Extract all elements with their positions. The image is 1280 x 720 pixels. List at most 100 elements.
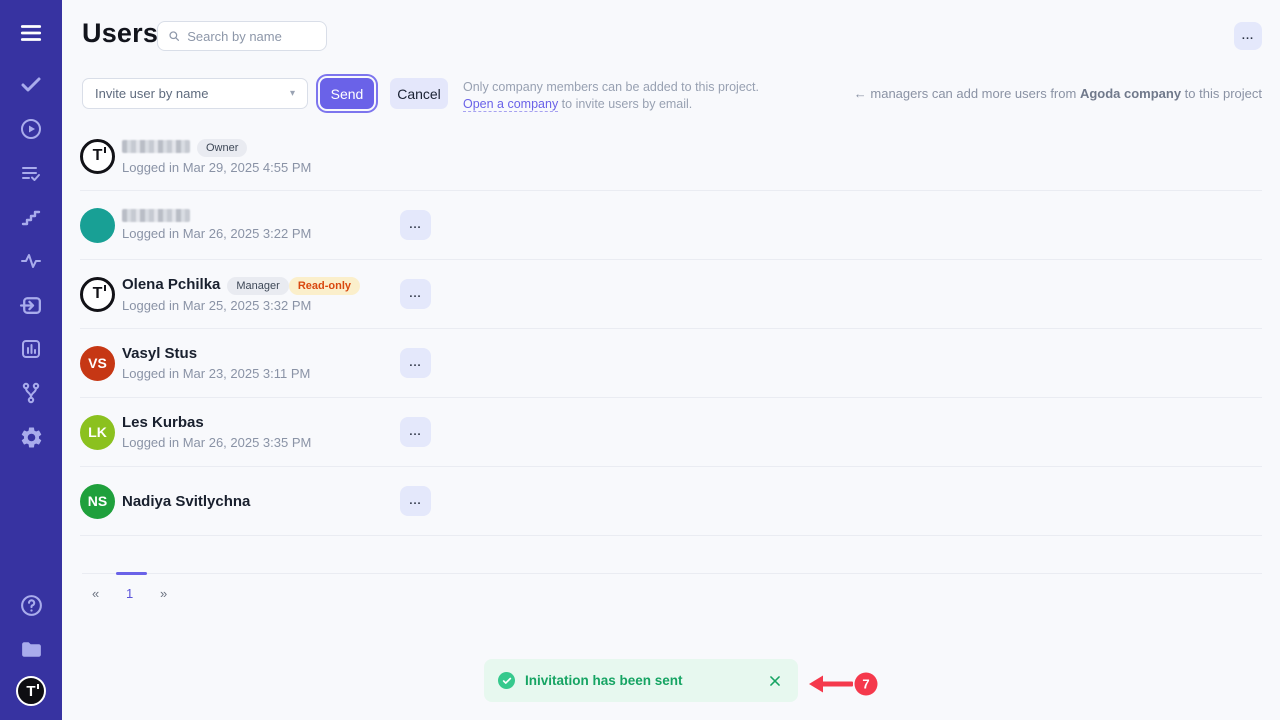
user-row: NS Nadiya Svitlychna ... xyxy=(80,467,1262,536)
sidebar-item-steps[interactable] xyxy=(14,200,48,234)
check-icon xyxy=(19,73,43,97)
user-name-line: Nadiya Svitlychna xyxy=(122,493,257,510)
sidebar: T xyxy=(0,0,62,720)
user-name: Olena Pchilka xyxy=(122,276,220,293)
steps-icon xyxy=(19,205,43,229)
user-login-time: Logged in Mar 29, 2025 4:55 PM xyxy=(122,160,311,175)
close-icon xyxy=(768,674,782,688)
user-menu-button[interactable]: ... xyxy=(400,417,431,447)
user-login-time: Logged in Mar 26, 2025 3:35 PM xyxy=(122,435,311,450)
invite-info-line2: to invite users by email. xyxy=(558,97,692,111)
app-logo[interactable]: T xyxy=(16,676,46,706)
badge-manager: Manager xyxy=(227,277,288,295)
managers-note: ← managers can add more users from Agoda… xyxy=(854,86,1262,101)
send-button[interactable]: Send xyxy=(320,78,374,109)
user-row: T Owner Logged in Mar 29, 2025 4:55 PM xyxy=(80,122,1262,191)
user-name: Nadiya Svitlychna xyxy=(122,493,250,510)
pagination: « 1 » xyxy=(82,573,1262,613)
avatar xyxy=(80,208,115,243)
menu-icon xyxy=(18,20,44,46)
user-name-line: Olena Pchilka ManagerRead-only xyxy=(122,276,360,294)
pagination-page-1[interactable]: 1 xyxy=(126,586,133,601)
managers-note-prefix: ← managers can add more users from xyxy=(854,86,1080,101)
badge-readonly: Read-only xyxy=(289,277,360,295)
user-name-line: Les Kurbas xyxy=(122,414,311,431)
activity-icon xyxy=(19,249,43,273)
user-badges: Owner xyxy=(197,138,247,156)
sidebar-item-projects[interactable] xyxy=(14,632,48,666)
annotation-arrow-7: 7 xyxy=(806,668,882,700)
sidebar-item-runs[interactable] xyxy=(14,112,48,146)
search-input[interactable] xyxy=(187,29,316,44)
sidebar-item-help[interactable] xyxy=(14,588,48,622)
toast-close-button[interactable] xyxy=(766,672,784,690)
invite-info-text: Only company members can be added to thi… xyxy=(463,79,759,113)
avatar: T xyxy=(80,277,115,312)
play-circle-icon xyxy=(19,117,43,141)
user-name xyxy=(122,209,190,222)
search-box xyxy=(157,21,327,51)
avatar: T xyxy=(80,139,115,174)
user-row: VS Vasyl Stus Logged in Mar 23, 2025 3:1… xyxy=(80,329,1262,398)
gear-icon xyxy=(19,425,44,450)
bar-chart-icon xyxy=(19,337,43,361)
search-icon xyxy=(168,29,180,43)
open-company-link[interactable]: Open a company xyxy=(463,97,558,112)
avatar: LK xyxy=(80,415,115,450)
user-info: Logged in Mar 26, 2025 3:22 PM xyxy=(122,209,311,241)
managers-note-company: Agoda company xyxy=(1080,86,1181,101)
user-info: Owner Logged in Mar 29, 2025 4:55 PM xyxy=(122,138,311,175)
user-row: T Olena Pchilka ManagerRead-only Logged … xyxy=(80,260,1262,329)
sidebar-item-menu[interactable] xyxy=(14,16,48,50)
sign-in-icon xyxy=(19,293,44,318)
user-login-time: Logged in Mar 26, 2025 3:22 PM xyxy=(122,226,311,241)
sidebar-item-sign-in[interactable] xyxy=(14,288,48,322)
avatar: VS xyxy=(80,346,115,381)
invite-user-select[interactable]: Invite user by name ▾ xyxy=(82,78,308,109)
user-menu-button[interactable]: ... xyxy=(400,279,431,309)
user-menu-button[interactable]: ... xyxy=(400,210,431,240)
help-icon xyxy=(19,593,44,618)
user-name-line: Owner xyxy=(122,138,311,156)
user-list: T Owner Logged in Mar 29, 2025 4:55 PM L… xyxy=(80,122,1262,536)
sidebar-item-reports[interactable] xyxy=(14,332,48,366)
pagination-next[interactable]: » xyxy=(160,586,167,601)
user-login-time: Logged in Mar 23, 2025 3:11 PM xyxy=(122,366,310,381)
page-menu-button[interactable]: ... xyxy=(1234,22,1262,50)
sidebar-item-checks[interactable] xyxy=(14,68,48,102)
cancel-button[interactable]: Cancel xyxy=(390,78,448,109)
toast-message: Inivitation has been sent xyxy=(525,673,683,688)
sidebar-item-versions[interactable] xyxy=(14,376,48,410)
user-name: Les Kurbas xyxy=(122,414,204,431)
badge-owner: Owner xyxy=(197,139,247,157)
user-name-line: Vasyl Stus xyxy=(122,345,310,362)
page-title: Users xyxy=(82,18,158,49)
user-info: Vasyl Stus Logged in Mar 23, 2025 3:11 P… xyxy=(122,345,310,381)
user-name: Vasyl Stus xyxy=(122,345,197,362)
managers-note-suffix: to this project xyxy=(1181,86,1262,101)
user-row: LK Les Kurbas Logged in Mar 26, 2025 3:3… xyxy=(80,398,1262,467)
avatar: NS xyxy=(80,484,115,519)
user-menu-button[interactable]: ... xyxy=(400,348,431,378)
pagination-prev[interactable]: « xyxy=(92,586,99,601)
toast-notification: Inivitation has been sent xyxy=(484,659,798,702)
user-menu-button[interactable]: ... xyxy=(400,486,431,516)
folder-icon xyxy=(19,637,44,662)
branch-icon xyxy=(19,381,43,405)
task-list-icon xyxy=(19,161,43,185)
sidebar-item-settings[interactable] xyxy=(14,420,48,454)
invite-select-value: Invite user by name xyxy=(95,86,208,101)
sidebar-item-test-cases[interactable] xyxy=(14,156,48,190)
user-info: Nadiya Svitlychna xyxy=(122,493,257,510)
user-row: Logged in Mar 26, 2025 3:22 PM ... xyxy=(80,191,1262,260)
invite-info-line1: Only company members can be added to thi… xyxy=(463,80,759,94)
user-info: Les Kurbas Logged in Mar 26, 2025 3:35 P… xyxy=(122,414,311,450)
sidebar-item-activity[interactable] xyxy=(14,244,48,278)
chevron-down-icon: ▾ xyxy=(290,88,295,99)
user-name-line xyxy=(122,209,311,222)
annotation-number: 7 xyxy=(862,677,869,692)
user-login-time: Logged in Mar 25, 2025 3:32 PM xyxy=(122,298,360,313)
active-page-indicator xyxy=(116,572,147,575)
user-badges: ManagerRead-only xyxy=(227,276,360,294)
check-circle-icon xyxy=(498,672,515,689)
